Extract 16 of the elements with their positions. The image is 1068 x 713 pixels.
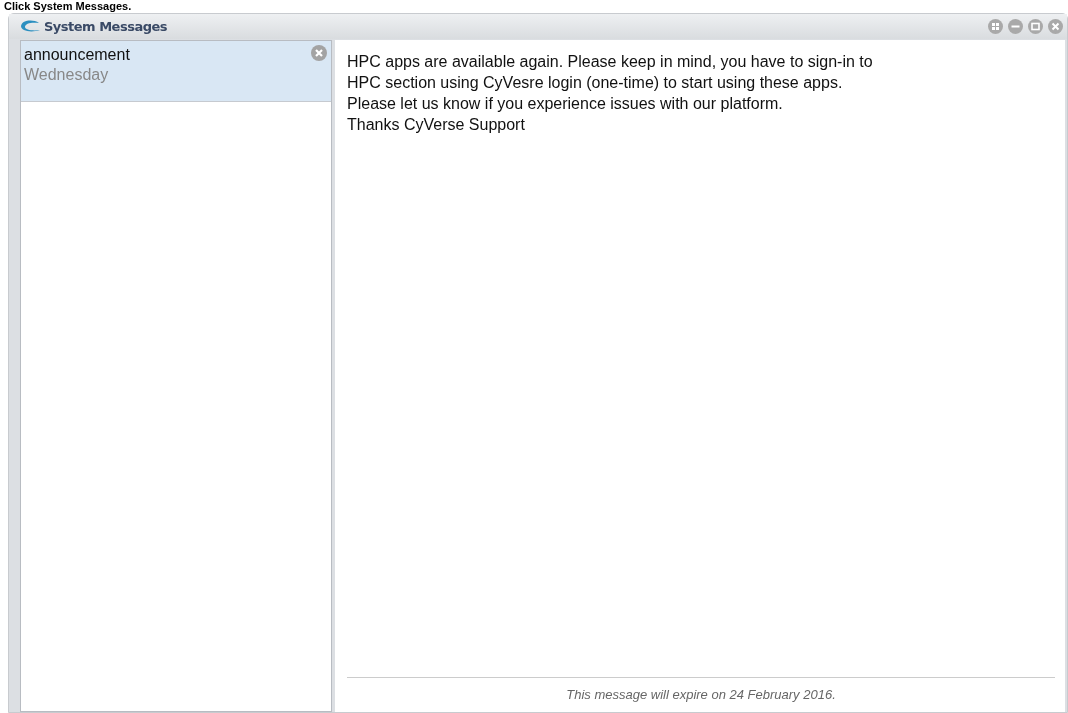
window-title: System Messages [44,19,168,34]
remove-icon[interactable] [311,45,327,61]
message-text-line: Thanks CyVerse Support [347,115,526,135]
swoosh-logo-icon [19,19,41,34]
expiry-note: This message will expire on 24 February 2016. [347,677,1055,712]
message-type: announcement [24,45,130,65]
layout-grid-icon[interactable] [988,19,1003,34]
message-text-line: HPC section using CyVesre login (one-time) to start using these apps. [347,73,844,93]
message-list-item[interactable]: announcement Wednesday [21,41,331,102]
instruction-caption: Click System Messages. [3,0,133,13]
message-date: Wednesday [24,65,110,85]
maximize-icon[interactable] [1028,19,1043,34]
message-text-line: Please let us know if you experience issues with our platform. [347,94,784,114]
message-text-line: HPC apps are available again. Please keep in mind, you have to sign-in to [347,52,874,72]
close-icon[interactable] [1048,19,1063,34]
minimize-icon[interactable] [1008,19,1023,34]
